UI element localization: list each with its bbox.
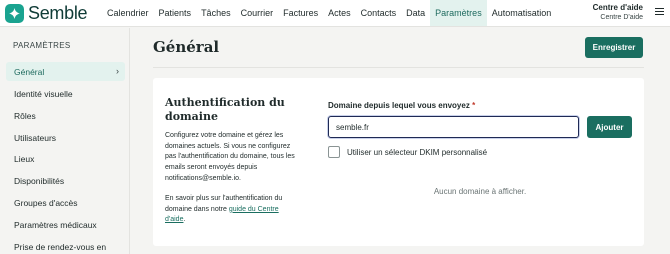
sidebar-item-label: Utilisateurs <box>14 132 57 143</box>
empty-state-message: Aucun domaine à afficher. <box>433 187 527 196</box>
nav-item-courrier[interactable]: Courrier <box>236 0 279 26</box>
chevron-right-icon: › <box>116 66 119 76</box>
section-title: Authentification du domaine <box>165 96 285 123</box>
sidebar-item-roles[interactable]: Rôles <box>6 106 125 125</box>
add-domain-button[interactable]: Ajouter <box>587 116 632 138</box>
nav-item-patients[interactable]: Patients <box>154 0 197 26</box>
nav-item-factures[interactable]: Factures <box>278 0 323 26</box>
sidebar-item-lieux[interactable]: Lieux <box>6 149 125 168</box>
nav-item-data[interactable]: Data <box>401 0 430 26</box>
sidebar-item-label: Disponibilités <box>14 175 65 186</box>
sidebar-item-utilisateurs[interactable]: Utilisateurs <box>6 128 125 147</box>
learn-more-suffix: . <box>183 216 186 224</box>
settings-sidebar: PARAMÈTRES Général › Identité visuelle R… <box>0 28 130 254</box>
logo-text: Semble <box>28 3 88 23</box>
help-center-title: Centre d'aide <box>592 3 643 12</box>
learn-more-text: En savoir plus sur l'authentification du… <box>165 194 295 226</box>
semble-logo[interactable]: Semble <box>5 3 88 24</box>
top-navigation: Semble Calendrier Patients Tâches Courri… <box>0 0 670 27</box>
semble-logo-icon <box>5 4 24 23</box>
sidebar-title: PARAMÈTRES <box>13 41 71 50</box>
nav-item-calendrier[interactable]: Calendrier <box>102 0 154 26</box>
sidebar-item-groupes-acces[interactable]: Groupes d'accès <box>6 193 125 212</box>
required-mark: * <box>472 101 476 110</box>
sidebar-item-label: Paramètres médicaux <box>14 219 97 230</box>
sidebar-item-prise-rendez-vous[interactable]: Prise de rendez-vous en <box>6 237 125 254</box>
sidebar-item-label: Rôles <box>14 110 36 121</box>
sidebar-item-disponibilites[interactable]: Disponibilités <box>6 171 125 190</box>
sidebar-item-label: Prise de rendez-vous en <box>14 241 107 252</box>
help-center-link[interactable]: Centre d'aide Centre D'aide <box>593 3 643 21</box>
sidebar-item-label: Lieux <box>14 153 35 164</box>
help-center-subtitle: Centre D'aide <box>600 14 643 21</box>
sidebar-item-general[interactable]: Général › <box>6 62 125 81</box>
dkim-label: Utiliser un sélecteur DKIM personnalisé <box>347 147 488 157</box>
nav-item-parametres[interactable]: Paramètres <box>430 0 487 26</box>
dkim-checkbox[interactable] <box>328 146 340 158</box>
nav-item-taches[interactable]: Tâches <box>196 0 236 26</box>
sidebar-item-label: Identité visuelle <box>14 88 73 99</box>
nav-item-automatisation[interactable]: Automatisation <box>487 0 557 26</box>
domain-field-label: Domaine depuis lequel vous envoyez * <box>328 101 475 110</box>
sidebar-item-parametres-medicaux[interactable]: Paramètres médicaux <box>6 215 125 234</box>
sidebar-item-label: Général <box>14 66 45 77</box>
domain-input[interactable] <box>328 116 579 138</box>
section-description: Configurez votre domaine et gérez les do… <box>165 132 295 182</box>
dkim-option[interactable]: Utiliser un sélecteur DKIM personnalisé <box>328 146 487 158</box>
hamburger-icon[interactable] <box>655 8 664 17</box>
nav-item-actes[interactable]: Actes <box>323 0 356 26</box>
sidebar-item-label: Groupes d'accès <box>14 197 78 208</box>
page-title: Général <box>153 38 220 56</box>
domain-field-label-text: Domaine depuis lequel vous envoyez <box>328 101 470 110</box>
domain-authentication-card: Authentification du domaine Configurez v… <box>153 78 644 246</box>
main-nav: Calendrier Patients Tâches Courrier Fact… <box>102 0 556 26</box>
nav-item-contacts[interactable]: Contacts <box>356 0 402 26</box>
divider <box>153 67 644 68</box>
sidebar-item-identite-visuelle[interactable]: Identité visuelle <box>6 84 125 103</box>
save-button[interactable]: Enregistrer <box>585 37 643 58</box>
